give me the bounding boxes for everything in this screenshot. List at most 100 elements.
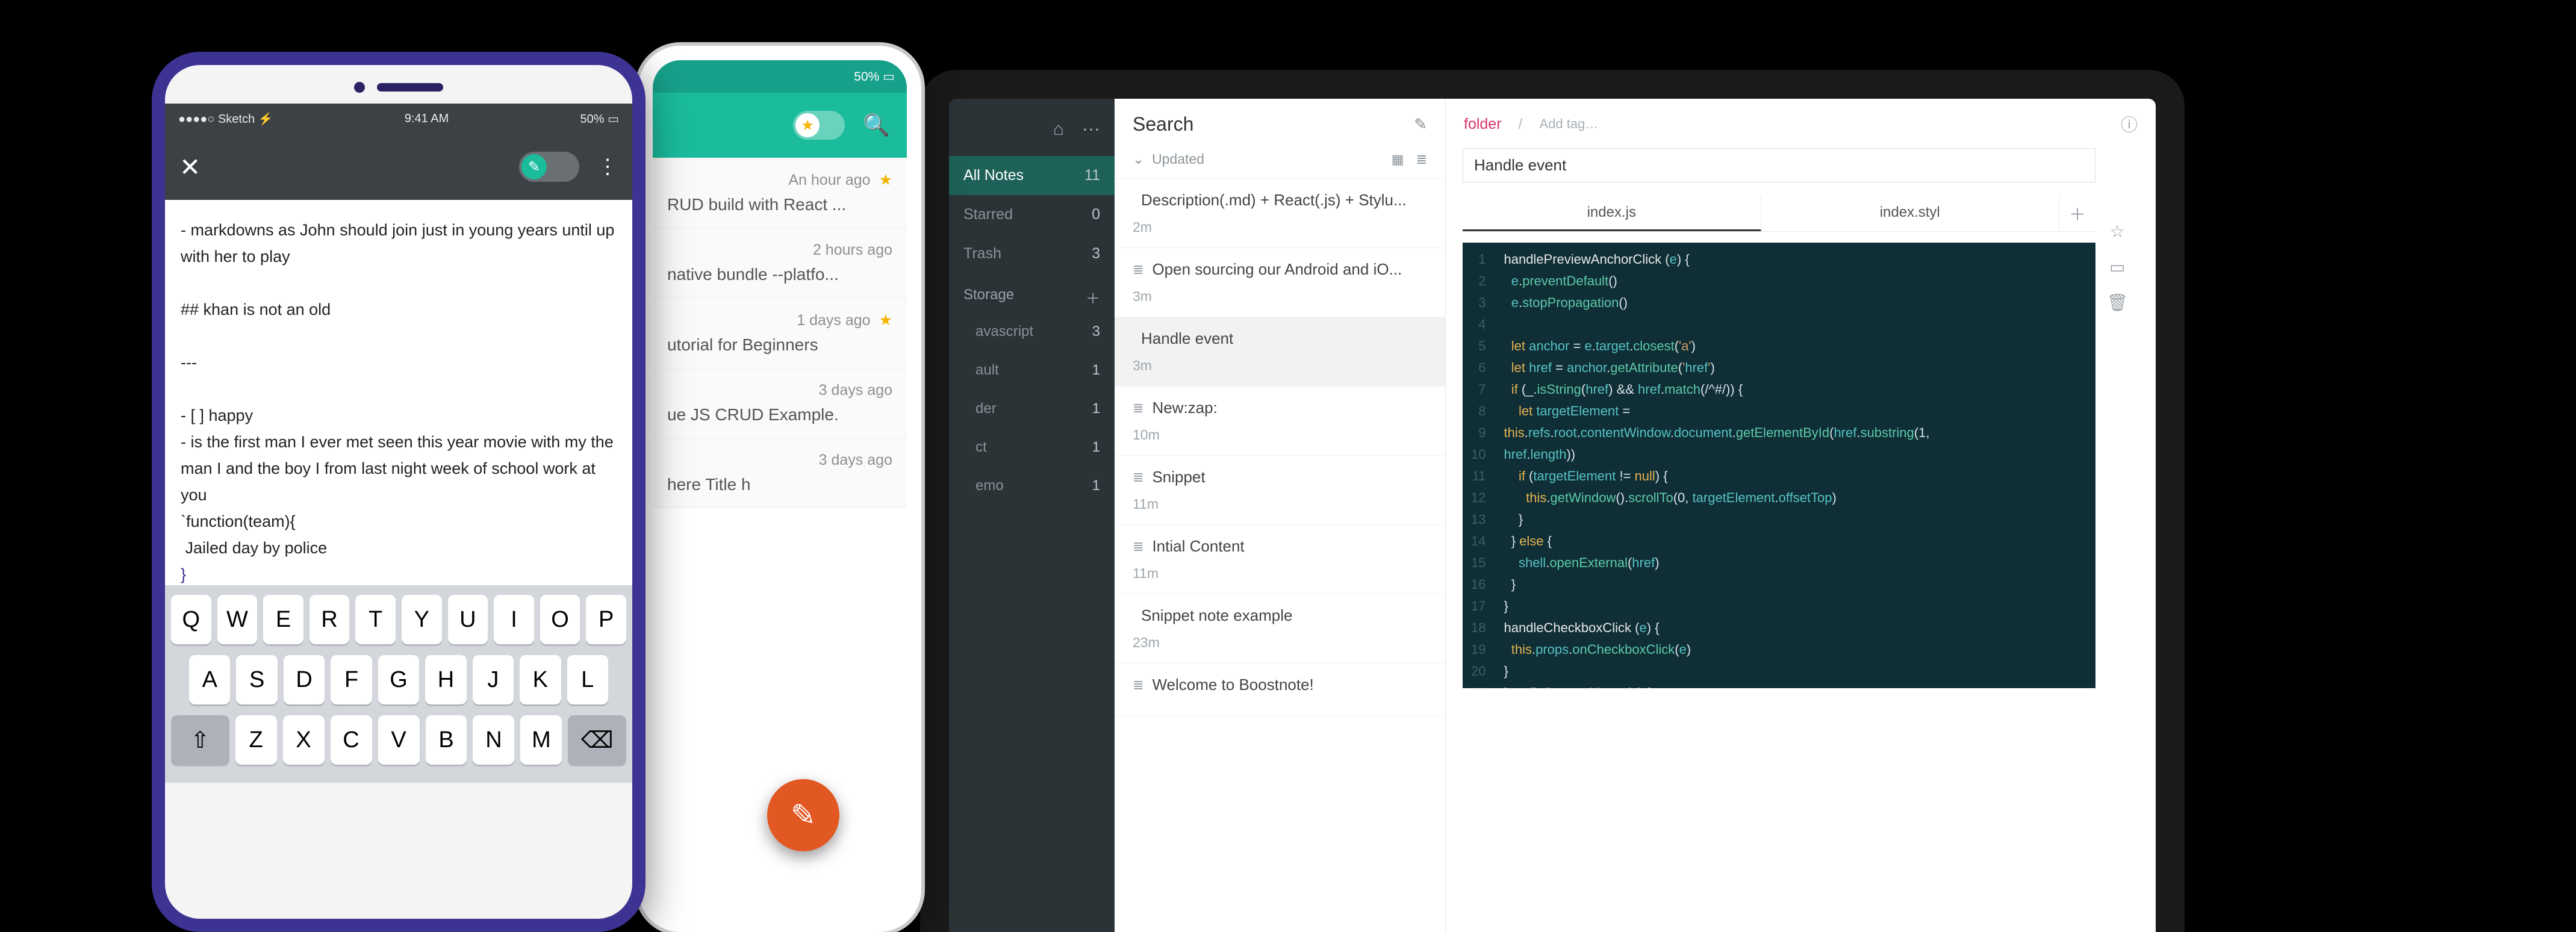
desktop-app: ⌂ ⋯ All Notes11Starred0Trash3 Storage ＋ … xyxy=(949,99,2156,932)
storage-item[interactable]: der1 xyxy=(949,390,1115,428)
new-note-fab[interactable]: ✎ xyxy=(767,779,839,851)
note-list-item[interactable]: ≣Snippet11m xyxy=(1115,456,1445,525)
mobile-note-item[interactable]: 3 days agohere Title h xyxy=(653,438,907,508)
keyboard-key[interactable]: B xyxy=(426,715,467,765)
battery-indicator: 50% ▭ xyxy=(580,111,619,126)
line-gutter: 1234567891011121314151617181920212223242… xyxy=(1463,243,1494,688)
keyboard-key[interactable]: A xyxy=(189,655,230,704)
keyboard-key[interactable]: P xyxy=(586,595,626,644)
add-storage-icon[interactable]: ＋ xyxy=(1086,287,1100,308)
keyboard-key[interactable]: E xyxy=(263,595,303,644)
note-type-icon: ≣ xyxy=(1133,262,1143,278)
phone-editor-frame: ●●●●○ Sketch ⚡ 9:41 AM 50% ▭ ✕ ⋮ - markd… xyxy=(152,52,646,932)
mobile-note-item[interactable]: 1 days ago★utorial for Beginners xyxy=(653,298,907,368)
fullscreen-icon[interactable]: ▭ xyxy=(2109,257,2125,277)
trash-icon[interactable]: 🗑 xyxy=(2106,293,2128,312)
keyboard-key[interactable]: D xyxy=(284,655,325,704)
starred-filter-toggle[interactable] xyxy=(793,111,845,140)
close-icon[interactable]: ✕ xyxy=(179,152,201,182)
more-icon[interactable]: ⋮ xyxy=(597,155,618,179)
keyboard-key[interactable]: S xyxy=(236,655,277,704)
star-icon: ★ xyxy=(879,311,892,329)
notelist-title: Search xyxy=(1133,113,1193,135)
note-list-item[interactable]: Snippet note example23m xyxy=(1115,594,1445,663)
code-body[interactable]: handlePreviewAnchorClick (e) { e.prevent… xyxy=(1494,243,1939,688)
keyboard-key[interactable]: R xyxy=(310,595,350,644)
markdown-editor[interactable]: - markdowns as John should join just in … xyxy=(165,200,632,585)
status-bar: 50% ▭ xyxy=(653,60,907,93)
storage-item[interactable]: ct1 xyxy=(949,428,1115,467)
keyboard-key[interactable]: W xyxy=(217,595,258,644)
editor-panel: folder / Add tag… ⓘ ☆ ▭ 🗑 Handle event i… xyxy=(1446,99,2156,932)
sidebar-item-all-notes[interactable]: All Notes11 xyxy=(949,156,1115,195)
crumb-sep: / xyxy=(1519,116,1523,133)
sidebar-item-starred[interactable]: Starred0 xyxy=(949,195,1115,234)
editor-text[interactable]: - markdowns as John should join just in … xyxy=(181,217,617,561)
phone-list-frame: 50% ▭ 🔍 An hour ago★RUD build with React… xyxy=(638,46,921,932)
keyboard-key[interactable]: K xyxy=(520,655,561,704)
keyboard-key[interactable]: L xyxy=(567,655,608,704)
keyboard-key[interactable]: X xyxy=(283,715,325,765)
chevron-down-icon[interactable]: ⌄ xyxy=(1133,151,1144,167)
keyboard-key[interactable]: C xyxy=(331,715,372,765)
note-list-item[interactable]: Handle event3m xyxy=(1115,317,1445,387)
storage-item[interactable]: emo1 xyxy=(949,467,1115,505)
editor-tab[interactable]: index.js xyxy=(1463,196,1761,231)
mobile-note-item[interactable]: An hour ago★RUD build with React ... xyxy=(653,158,907,228)
keyboard-key[interactable]: T xyxy=(355,595,396,644)
grid-view-icon[interactable]: ▦ xyxy=(1392,152,1404,167)
more-icon[interactable]: ⋯ xyxy=(1082,119,1100,140)
keyboard-key[interactable]: G xyxy=(378,655,419,704)
keyboard-key[interactable]: F xyxy=(331,655,372,704)
note-list-panel: Search ✎ ⌄ Updated ▦ ≣ Description(.md) … xyxy=(1115,99,1446,932)
keyboard-key[interactable]: U xyxy=(448,595,488,644)
add-tag-input[interactable]: Add tag… xyxy=(1540,116,1599,132)
soft-keyboard[interactable]: QWERTYUIOP ASDFGHJKL ⇧ZXCVBNM⌫ xyxy=(165,585,632,783)
editor-tab[interactable]: index.styl xyxy=(1761,196,2060,231)
note-list-item[interactable]: ≣Intial Content11m xyxy=(1115,525,1445,594)
carrier-label: ●●●●○ Sketch ⚡ xyxy=(178,111,273,126)
note-list-item[interactable]: ≣Welcome to Boostnote! xyxy=(1115,663,1445,716)
search-icon[interactable]: 🔍 xyxy=(863,113,890,138)
compose-icon[interactable]: ✎ xyxy=(1414,115,1427,134)
info-icon[interactable]: ⓘ xyxy=(2121,112,2138,136)
battery-indicator: 50% ▭ xyxy=(854,69,895,84)
add-tab-button[interactable]: ＋ xyxy=(2059,196,2095,231)
shift-key[interactable]: ⇧ xyxy=(171,715,229,765)
note-type-icon: ≣ xyxy=(1133,400,1143,416)
list-view-icon[interactable]: ≣ xyxy=(1416,152,1427,167)
note-type-icon: ≣ xyxy=(1133,539,1143,555)
editor-tabs: index.jsindex.styl＋ xyxy=(1463,196,2095,232)
keyboard-key[interactable]: Y xyxy=(402,595,442,644)
storage-header: Storage xyxy=(963,287,1014,308)
code-editor[interactable]: 1234567891011121314151617181920212223242… xyxy=(1463,243,2095,688)
tag-icon[interactable]: ⌂ xyxy=(1053,119,1064,140)
note-list[interactable]: An hour ago★RUD build with React ...2 ho… xyxy=(653,158,907,508)
star-icon[interactable]: ☆ xyxy=(2110,222,2125,241)
edit-preview-toggle[interactable] xyxy=(519,152,579,182)
folder-crumb[interactable]: folder xyxy=(1464,116,1502,133)
keyboard-key[interactable]: Q xyxy=(171,595,211,644)
note-title-input[interactable]: Handle event xyxy=(1463,148,2095,182)
sort-label[interactable]: Updated xyxy=(1152,151,1204,167)
keyboard-key[interactable]: H xyxy=(425,655,466,704)
keyboard-key[interactable]: O xyxy=(540,595,580,644)
mobile-note-item[interactable]: 2 hours agonative bundle --platfo... xyxy=(653,228,907,298)
note-list-item[interactable]: Description(.md) + React(.js) + Stylu...… xyxy=(1115,179,1445,248)
sidebar-item-trash[interactable]: Trash3 xyxy=(949,234,1115,273)
mobile-note-item[interactable]: 3 days agoue JS CRUD Example. xyxy=(653,368,907,438)
laptop-frame: ⌂ ⋯ All Notes11Starred0Trash3 Storage ＋ … xyxy=(920,70,2185,932)
note-list-item[interactable]: ≣Open sourcing our Android and iO...3m xyxy=(1115,248,1445,317)
keyboard-key[interactable]: J xyxy=(473,655,514,704)
backspace-key[interactable]: ⌫ xyxy=(568,715,626,765)
keyboard-key[interactable]: M xyxy=(520,715,562,765)
keyboard-key[interactable]: Z xyxy=(235,715,277,765)
note-list-item[interactable]: ≣New:zap:10m xyxy=(1115,387,1445,456)
storage-item[interactable]: ault1 xyxy=(949,351,1115,390)
list-header: 🔍 xyxy=(653,93,907,158)
storage-item[interactable]: avascript3 xyxy=(949,312,1115,351)
keyboard-key[interactable]: V xyxy=(378,715,420,765)
note-type-icon: ≣ xyxy=(1133,470,1143,485)
keyboard-key[interactable]: I xyxy=(494,595,534,644)
keyboard-key[interactable]: N xyxy=(473,715,514,765)
